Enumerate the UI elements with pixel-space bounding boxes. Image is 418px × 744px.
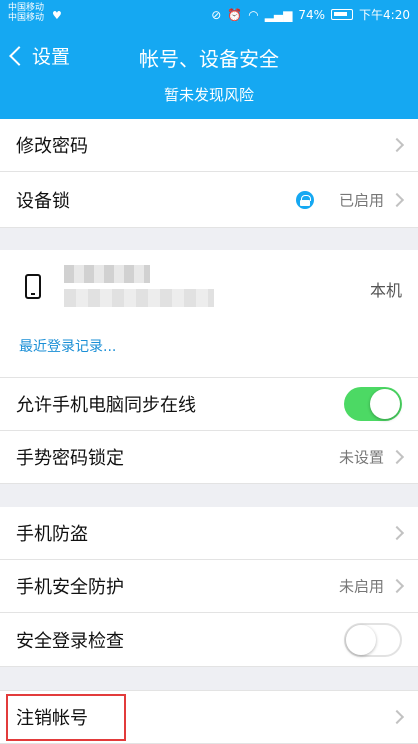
chevron-right-icon <box>389 578 405 594</box>
chevron-right-icon <box>389 709 405 725</box>
device-lock-label: 设备锁 <box>16 190 70 212</box>
chevron-right-icon <box>389 525 405 541</box>
gesture-lock-label: 手势密码锁定 <box>16 448 124 469</box>
sync-online-toggle[interactable] <box>344 387 402 421</box>
mute-icon: ⊘ <box>211 7 222 22</box>
toggle-knob <box>370 389 400 419</box>
phone-icon <box>25 274 41 299</box>
login-check-label: 安全登录检查 <box>16 630 124 652</box>
chevron-right-icon <box>389 192 405 207</box>
change-password-row[interactable]: 修改密码 <box>0 119 418 172</box>
risk-status: 暂未发现风险 <box>163 86 254 104</box>
clock: 下午4:20 <box>359 8 410 22</box>
current-device-card: 本机 最近登录记录... <box>0 250 418 378</box>
alarm-icon: ⏰ <box>227 7 243 22</box>
battery-icon <box>331 9 354 20</box>
phone-protect-status: 未启用 <box>338 577 384 596</box>
this-device-tag: 本机 <box>369 281 402 300</box>
highlight-annotation-box <box>6 694 126 741</box>
anti-theft-label: 手机防盗 <box>16 524 88 545</box>
signal-icon: ▂▄▆ <box>264 7 293 22</box>
page-title: 帐号、设备安全 <box>139 47 279 71</box>
device-lock-row[interactable]: 设备锁 已启用 <box>0 172 418 228</box>
carrier-1: 中国移动 <box>8 3 45 13</box>
battery-percent: 74% <box>298 7 326 22</box>
device-lock-status: 已启用 <box>338 191 384 209</box>
login-check-row: 安全登录检查 <box>0 613 418 667</box>
toggle-knob <box>346 624 376 655</box>
blurred-device-name <box>64 265 150 283</box>
lock-icon <box>296 190 314 209</box>
status-bar: 中国移动 中国移动 ♥ ⊘ ⏰ ◠ ▂▄▆ 74% 下午4:20 <box>0 0 418 30</box>
recent-login-link[interactable]: 最近登录记录... <box>19 336 116 356</box>
phone-protect-label: 手机安全防护 <box>16 577 124 598</box>
gesture-lock-row[interactable]: 手势密码锁定 未设置 <box>0 431 418 484</box>
status-right: ⊘ ⏰ ◠ ▂▄▆ 74% 下午4:20 <box>211 6 410 23</box>
chevron-right-icon <box>389 449 405 465</box>
anti-theft-row[interactable]: 手机防盗 <box>0 507 418 560</box>
wifi-icon: ◠ <box>248 7 259 22</box>
phone-protect-row[interactable]: 手机安全防护 未启用 <box>0 560 418 613</box>
blurred-device-info <box>64 289 214 307</box>
carrier-info: 中国移动 中国移动 <box>8 3 44 23</box>
login-check-toggle[interactable] <box>344 622 402 657</box>
sync-online-label: 允许手机电脑同步在线 <box>16 395 196 416</box>
sync-online-row: 允许手机电脑同步在线 <box>0 378 418 431</box>
header-bar: 中国移动 中国移动 ♥ ⊘ ⏰ ◠ ▂▄▆ 74% 下午4:20 设置 帐号、设… <box>0 0 418 119</box>
health-heart-icon: ♥ <box>52 9 62 22</box>
chevron-right-icon <box>389 137 405 153</box>
carrier-2: 中国移动 <box>8 13 45 23</box>
change-password-label: 修改密码 <box>16 136 88 157</box>
gesture-lock-status: 未设置 <box>338 448 384 467</box>
